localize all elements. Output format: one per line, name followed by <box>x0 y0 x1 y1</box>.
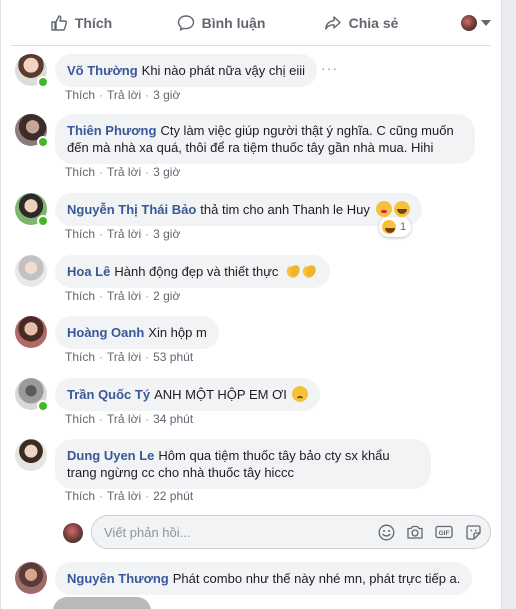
avatar[interactable] <box>15 255 47 287</box>
comment-time[interactable]: 3 giờ <box>153 165 180 179</box>
comment-meta: Thích · Trả lời · 3 giờ <box>65 165 181 179</box>
like-comment-link[interactable]: Thích <box>65 289 95 303</box>
sad-face-icon <box>292 386 309 402</box>
comment-meta: Thích · Trả lời · 2 giờ <box>65 289 181 303</box>
comment-bubble: Võ Thường Khi nào phát nữa vậy chị eiii <box>55 54 318 87</box>
like-comment-link[interactable]: Thích <box>65 412 95 426</box>
comment-time[interactable]: 2 giờ <box>153 289 180 303</box>
comment-author[interactable]: Nguyên Thương <box>67 571 169 586</box>
like-button[interactable]: Thích <box>11 6 151 40</box>
sticker-icon[interactable] <box>463 522 483 542</box>
like-comment-link[interactable]: Thích <box>65 489 95 503</box>
comment-meta: Thích · Trả lời · 22 phút <box>65 489 194 503</box>
comment-time[interactable]: 53 phút <box>153 350 193 364</box>
comment-time[interactable]: 3 giờ <box>153 88 180 102</box>
caret-down-icon <box>481 19 491 26</box>
comment-author[interactable]: Thiên Phương <box>67 123 156 138</box>
avatar[interactable] <box>15 562 47 594</box>
profile-switcher[interactable] <box>431 14 491 31</box>
comment-label: Bình luận <box>201 14 266 31</box>
comment-bubble: Nguyên Thương Phát combo như thế này nhé … <box>55 562 473 595</box>
comment-author[interactable]: Hoa Lê <box>67 264 110 279</box>
comment-author[interactable]: Hoàng Oanh <box>67 325 144 340</box>
share-button[interactable]: Chia sẻ <box>291 6 431 40</box>
avatar[interactable] <box>15 439 47 471</box>
avatar <box>461 14 477 31</box>
comment-time[interactable]: 34 phút <box>153 412 193 426</box>
comment-meta: Thích · Trả lời · 53 phút <box>65 350 194 364</box>
comment-author[interactable]: Nguyễn Thị Thái Bảo <box>67 202 196 217</box>
haha-reaction-icon <box>382 220 396 234</box>
kissing-face-icon <box>375 201 392 217</box>
reaction-count-badge[interactable]: 1 <box>379 217 412 237</box>
comment-bubble: Hoa Lê Hành động đẹp và thiết thực <box>55 255 331 288</box>
reply-link[interactable]: Trả lời <box>107 350 141 364</box>
reply-link[interactable]: Trả lời <box>107 88 141 102</box>
comment-author[interactable]: Dung Uyen Le <box>67 448 154 463</box>
comment-meta: Thích · Trả lời · 3 giờ <box>65 88 181 102</box>
comment-text: thả tim cho anh Thanh le Huy <box>200 202 370 217</box>
reply-link[interactable]: Trả lời <box>107 227 141 241</box>
more-options-icon[interactable]: ··· <box>321 60 338 76</box>
comment-author[interactable]: Võ Thường <box>67 63 138 78</box>
share-icon <box>324 15 341 30</box>
comment-bubble: Hoàng Oanh Xin hộp m <box>55 316 219 349</box>
like-comment-link[interactable]: Thích <box>65 165 95 179</box>
reply-link[interactable]: Trả lời <box>107 412 141 426</box>
comment-meta: Thích · Trả lời · 3 giờ <box>65 227 181 241</box>
online-status-icon <box>37 400 49 412</box>
clapping-hands-icon <box>286 265 316 278</box>
comment-button[interactable]: Bình luận <box>151 6 291 40</box>
like-label: Thích <box>74 14 113 31</box>
comment-text: Xin hộp m <box>148 325 207 340</box>
comment-bubble: Dung Uyen Le Hôm qua tiệm thuốc tây bảo c… <box>55 439 431 489</box>
avatar <box>63 523 83 543</box>
comment-text: Phát combo như thế này nhé mn, phát trực… <box>172 571 461 586</box>
gif-icon[interactable]: GIF <box>434 522 454 542</box>
reply-composer: GIF <box>63 515 491 549</box>
comment-section: Thích Bình luận Chia sẻ Võ Thường Khi nào… <box>0 0 502 609</box>
svg-text:GIF: GIF <box>439 530 450 537</box>
comment-bubble: Nguyễn Thị Thái Bảo thả tim cho anh Thanh… <box>55 193 422 226</box>
thumbs-up-icon <box>51 14 67 31</box>
post-action-bar: Thích Bình luận Chia sẻ <box>11 0 491 46</box>
online-status-icon <box>37 136 49 148</box>
comment-text: Hành động đẹp và thiết thực <box>114 264 279 279</box>
laughing-face-icon <box>393 201 410 217</box>
share-label: Chia sẻ <box>348 14 399 31</box>
comment-text: Khi nào phát nữa vậy chị eiii <box>141 63 306 78</box>
like-comment-link[interactable]: Thích <box>65 88 95 102</box>
comment-time[interactable]: 22 phút <box>153 489 193 503</box>
comment-bubble: Thiên Phương Cty làm việc giúp người thật… <box>55 114 475 164</box>
camera-icon[interactable] <box>405 522 425 542</box>
reply-tools: GIF <box>376 522 483 542</box>
reply-link[interactable]: Trả lời <box>107 489 141 503</box>
online-status-icon <box>37 76 49 88</box>
avatar[interactable] <box>15 316 47 348</box>
comment-meta: Thích · Trả lời · 34 phút <box>65 412 194 426</box>
reaction-count: 1 <box>400 221 407 233</box>
like-comment-link[interactable]: Thích <box>65 227 95 241</box>
emoji-icon[interactable] <box>376 522 396 542</box>
reply-link[interactable]: Trả lời <box>107 289 141 303</box>
like-comment-link[interactable]: Thích <box>65 350 95 364</box>
comment-bubble: Trần Quốc Tý ANH MỘT HỘP EM ƠI <box>55 378 321 411</box>
comment-photo[interactable] <box>53 597 151 609</box>
comment-text: ANH MỘT HỘP EM ƠI <box>154 387 287 402</box>
comment-icon <box>177 14 194 31</box>
comment-author[interactable]: Trần Quốc Tý <box>67 387 150 402</box>
online-status-icon <box>37 215 49 227</box>
reply-link[interactable]: Trả lời <box>107 165 141 179</box>
comment-time[interactable]: 3 giờ <box>153 227 180 241</box>
